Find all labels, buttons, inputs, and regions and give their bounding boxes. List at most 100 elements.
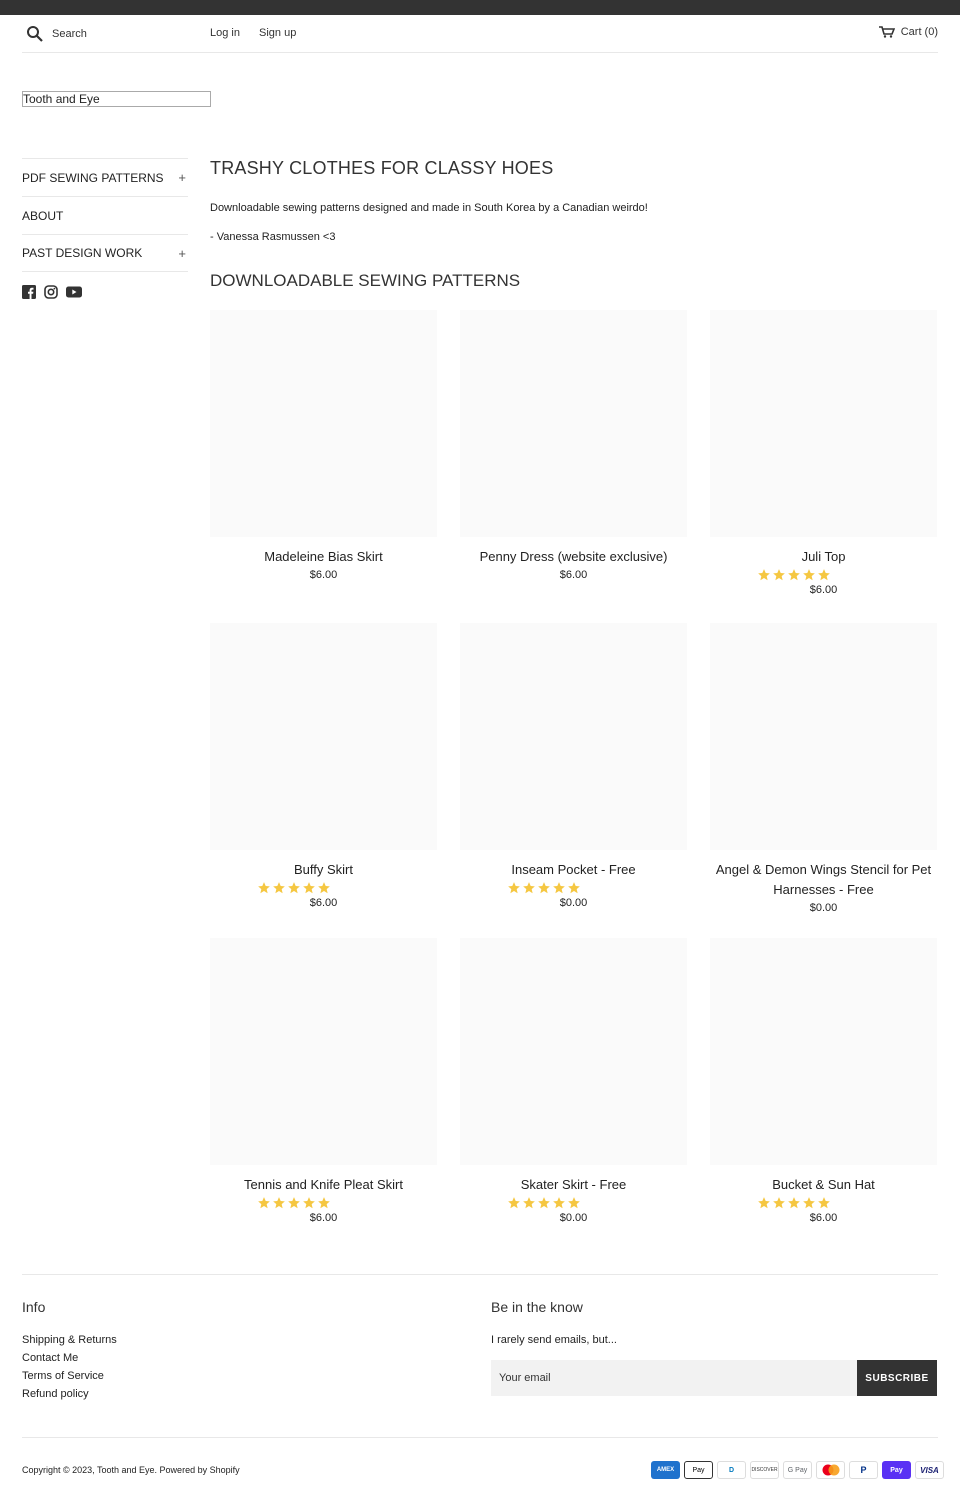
product-card[interactable]: Buffy Skirt $6.00	[210, 623, 437, 909]
page-title: TRASHY CLOTHES FOR CLASSY HOES	[210, 158, 554, 178]
product-title[interactable]: Buffy Skirt	[210, 860, 437, 880]
star-icon	[757, 569, 770, 581]
footer-link-refund[interactable]: Refund policy	[22, 1388, 89, 1400]
newsletter-text: I rarely send emails, but...	[491, 1334, 617, 1346]
apple-pay-icon: Pay	[684, 1461, 713, 1479]
product-price: $6.00	[309, 897, 338, 909]
expand-icon[interactable]: +	[178, 170, 188, 185]
star-icon	[522, 882, 535, 894]
star-icon	[787, 569, 800, 581]
sidebar-item-label: PDF SEWING PATTERNS	[22, 170, 164, 185]
facebook-icon[interactable]	[22, 285, 36, 299]
product-card[interactable]: Angel & Demon Wings Stencil for Pet Harn…	[710, 623, 937, 914]
product-card[interactable]: Skater Skirt - Free $0.00	[460, 938, 687, 1224]
search-input[interactable]	[52, 24, 202, 44]
sidebar-item-about[interactable]: ABOUT	[22, 196, 188, 234]
product-image[interactable]	[710, 623, 937, 850]
diners-club-icon: D	[717, 1461, 746, 1479]
star-icon	[537, 1197, 550, 1209]
star-icon	[522, 1197, 535, 1209]
product-price: $0.00	[559, 1212, 588, 1224]
star-icon	[507, 882, 520, 894]
footer-info-title: Info	[22, 1299, 46, 1315]
product-title[interactable]: Angel & Demon Wings Stencil for Pet Harn…	[710, 860, 937, 900]
subscribe-button[interactable]: SUBSCRIBE	[857, 1360, 937, 1396]
rating-stars	[150, 1196, 437, 1210]
star-icon	[257, 1197, 270, 1209]
copyright: Copyright © 2023, Tooth and Eye. Powered…	[22, 1465, 240, 1475]
product-card[interactable]: Inseam Pocket - Free $0.00	[460, 623, 687, 909]
footer-link-contact[interactable]: Contact Me	[22, 1352, 78, 1364]
star-icon	[772, 569, 785, 581]
star-icon	[302, 1197, 315, 1209]
announcement-bar	[0, 0, 960, 15]
star-icon	[272, 882, 285, 894]
sidebar-item-pdf-sewing-patterns[interactable]: PDF SEWING PATTERNS +	[22, 158, 188, 196]
product-title[interactable]: Inseam Pocket - Free	[460, 860, 687, 880]
product-price: $6.00	[809, 584, 838, 596]
product-card[interactable]: Juli Top $6.00	[710, 310, 937, 596]
footer-link-shipping[interactable]: Shipping & Returns	[22, 1334, 117, 1346]
star-icon	[302, 882, 315, 894]
product-image[interactable]	[210, 623, 437, 850]
search-icon[interactable]	[26, 25, 44, 43]
cart-label: Cart (0)	[900, 26, 938, 38]
rating-stars	[400, 881, 687, 895]
product-title[interactable]: Bucket & Sun Hat	[710, 1175, 937, 1195]
product-price: $6.00	[309, 1212, 338, 1224]
star-icon	[537, 882, 550, 894]
rating-stars	[650, 568, 937, 582]
login-link[interactable]: Log in	[210, 27, 240, 39]
product-title[interactable]: Madeleine Bias Skirt	[210, 547, 437, 567]
product-image[interactable]	[210, 938, 437, 1165]
email-field[interactable]	[491, 1360, 857, 1396]
star-icon	[757, 1197, 770, 1209]
paypal-icon: P	[849, 1461, 878, 1479]
visa-icon: VISA	[915, 1461, 944, 1479]
star-icon	[552, 882, 565, 894]
sidebar-item-past-design-work[interactable]: PAST DESIGN WORK +	[22, 234, 188, 272]
sidebar-item-label: ABOUT	[22, 208, 64, 223]
star-icon	[317, 1197, 330, 1209]
product-title[interactable]: Juli Top	[710, 547, 937, 567]
star-icon	[567, 1197, 580, 1209]
main-content: TRASHY CLOTHES FOR CLASSY HOES	[210, 158, 937, 179]
product-image[interactable]	[710, 938, 937, 1165]
product-price: $0.00	[559, 897, 588, 909]
product-card[interactable]: Tennis and Knife Pleat Skirt $6.00	[210, 938, 437, 1224]
star-icon	[552, 1197, 565, 1209]
product-price: $6.00	[809, 1212, 838, 1224]
star-icon	[787, 1197, 800, 1209]
product-image[interactable]	[460, 623, 687, 850]
product-image[interactable]	[210, 310, 437, 537]
amex-icon: AMEX	[651, 1461, 680, 1479]
product-image[interactable]	[710, 310, 937, 537]
product-image[interactable]	[460, 310, 687, 537]
footer-link-terms[interactable]: Terms of Service	[22, 1370, 104, 1382]
star-icon	[817, 1197, 830, 1209]
product-image[interactable]	[460, 938, 687, 1165]
mastercard-icon	[816, 1461, 845, 1479]
product-title[interactable]: Penny Dress (website exclusive)	[460, 547, 687, 567]
star-icon	[817, 569, 830, 581]
star-icon	[287, 882, 300, 894]
site-logo[interactable]: Tooth and Eye	[22, 91, 211, 107]
site-header: Log in Sign up Cart (0)	[22, 15, 938, 53]
instagram-icon[interactable]	[44, 285, 58, 299]
expand-icon[interactable]: +	[178, 246, 188, 261]
product-price: $6.00	[309, 569, 338, 581]
signup-link[interactable]: Sign up	[259, 27, 296, 39]
star-icon	[317, 882, 330, 894]
intro-signature: - Vanessa Rasmussen <3	[210, 231, 336, 243]
google-pay-icon: G Pay	[783, 1461, 812, 1479]
product-title[interactable]: Skater Skirt - Free	[460, 1175, 687, 1195]
product-title[interactable]: Tennis and Knife Pleat Skirt	[210, 1175, 437, 1195]
footer-divider-bottom	[22, 1437, 938, 1438]
intro-text: Downloadable sewing patterns designed an…	[210, 202, 648, 214]
youtube-icon[interactable]	[66, 285, 82, 299]
section-title: DOWNLOADABLE SEWING PATTERNS	[210, 271, 521, 290]
product-card[interactable]: Penny Dress (website exclusive) $6.00	[460, 310, 687, 581]
cart-link[interactable]: Cart (0)	[878, 26, 938, 38]
product-card[interactable]: Madeleine Bias Skirt $6.00	[210, 310, 437, 581]
product-card[interactable]: Bucket & Sun Hat $6.00	[710, 938, 937, 1224]
